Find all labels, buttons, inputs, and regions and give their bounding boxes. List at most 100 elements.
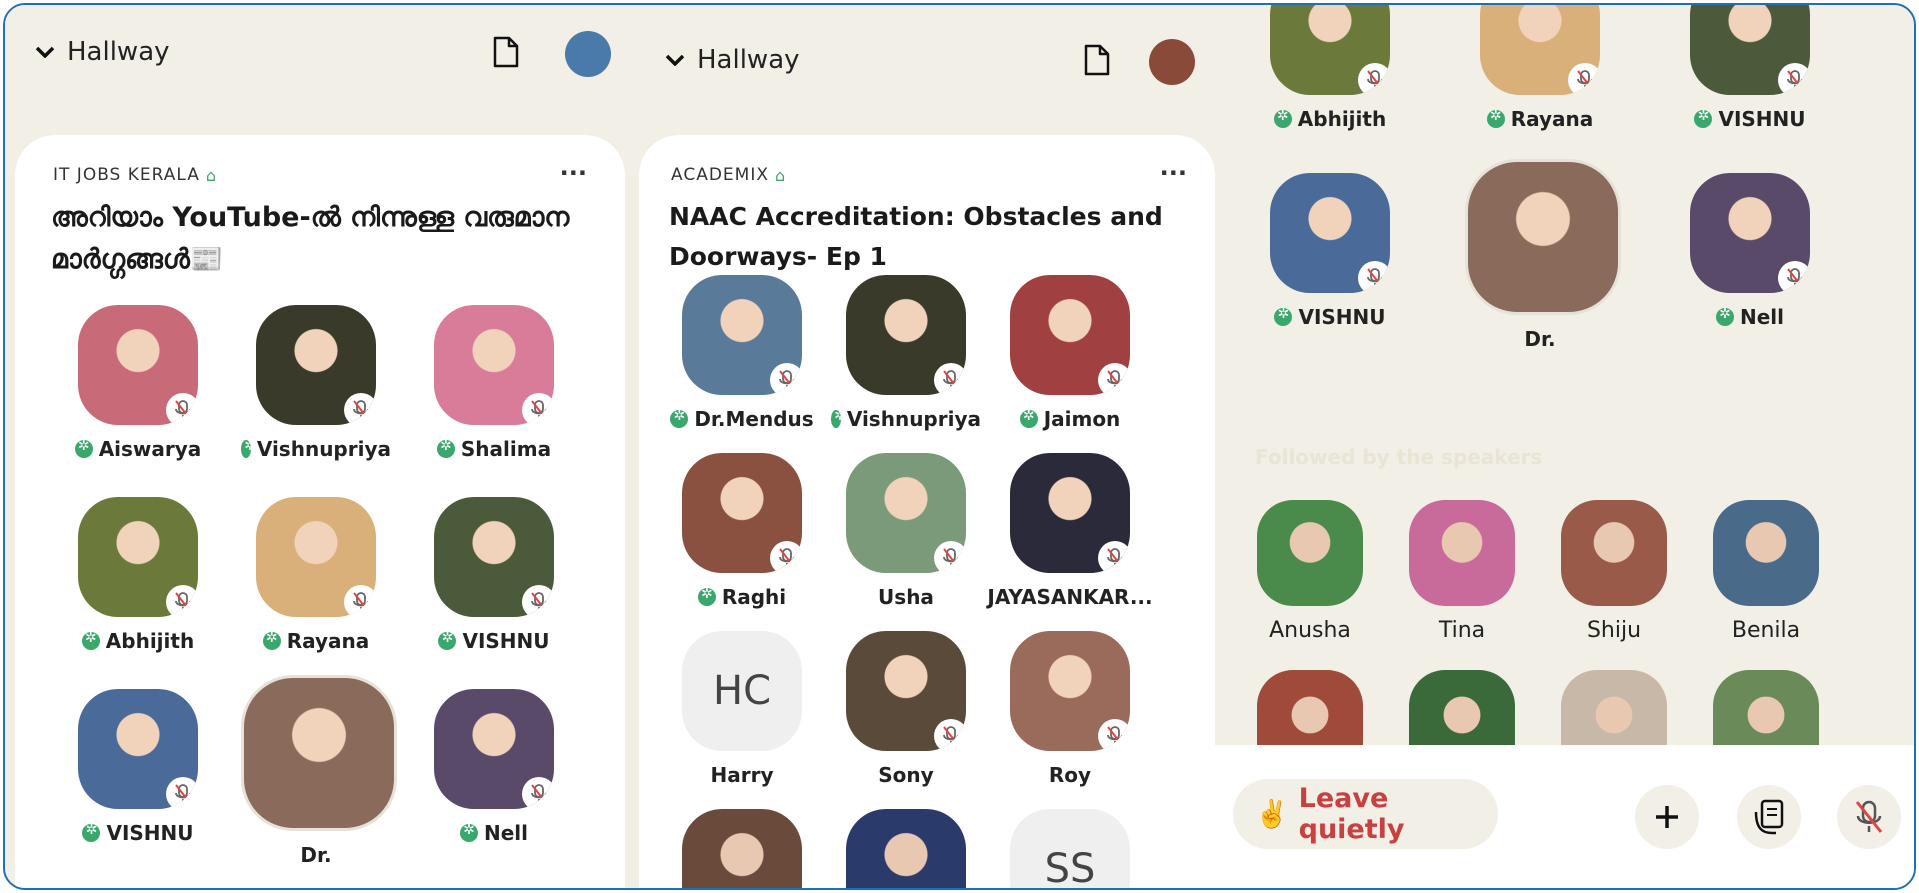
speaker-tile[interactable]: Dr. [241, 675, 397, 867]
speaker-tile[interactable]: Dr. [1465, 159, 1621, 351]
speaker-tile[interactable]: Usha [831, 453, 981, 609]
speaker-tile[interactable]: VISHNU [419, 497, 569, 653]
club-name[interactable]: ACADEMIX ⌂ [671, 165, 786, 185]
mic-off-icon [1358, 261, 1390, 293]
speaker-tile[interactable]: Raghi [667, 453, 817, 609]
speaker-name-text: JAYASANKAR... [987, 585, 1153, 609]
speaker-name: Nell [1675, 305, 1825, 329]
speaker-avatar [682, 453, 802, 573]
mic-off-icon [1358, 63, 1390, 95]
speaker-name: JAYASANKAR... [987, 585, 1152, 609]
speaker-tile[interactable]: HC Harry [667, 631, 817, 787]
speaker-name: Rayana [1465, 107, 1615, 131]
speaker-avatar[interactable] [846, 809, 966, 888]
add-icon[interactable] [1635, 785, 1699, 849]
speaker-name-text: Shalima [460, 437, 552, 461]
speaker-tile[interactable]: Aiswarya [63, 305, 213, 461]
speaker-name-text: Dr. [300, 843, 332, 867]
new-member-badge-icon [1694, 108, 1713, 128]
follower-tile[interactable]: Benila [1701, 500, 1831, 643]
speaker-name-text: Nell [483, 821, 528, 845]
follower-avatar [1409, 500, 1515, 606]
room-panel-1: Hallway IT JOBS KERALA ⌂ ··· അറിയാം YouT… [5, 5, 635, 888]
new-member-badge-icon [1274, 306, 1293, 326]
speaker-avatar [78, 689, 198, 809]
more-options-icon[interactable]: ··· [1160, 159, 1187, 187]
raise-hand-button[interactable] [1737, 785, 1801, 849]
speaker-name: Dr. [1465, 327, 1615, 351]
speaker-avatar [1010, 453, 1130, 573]
speaker-name-text: Jaimon [1043, 407, 1121, 431]
speaker-avatar[interactable]: SS [1010, 809, 1130, 888]
new-member-badge-icon [81, 630, 100, 650]
profile-avatar[interactable] [1149, 39, 1195, 85]
speaker-tile[interactable]: Sony [831, 631, 981, 787]
follower-avatar [1561, 500, 1667, 606]
speaker-name: VISHNU [63, 821, 213, 845]
follower-tile[interactable]: Anusha [1245, 500, 1375, 643]
speaker-name: Vishnupriya [241, 437, 391, 461]
speaker-tile[interactable]: Abhijith [63, 497, 213, 653]
bottom-action-bar: ✌️ Leave quietly [1215, 745, 1914, 888]
speaker-tile[interactable]: VISHNU [63, 689, 213, 845]
mic-off-icon [1855, 800, 1883, 833]
mic-off-icon [166, 393, 198, 425]
mic-off-icon [770, 541, 802, 573]
speaker-name-text: Harry [710, 763, 774, 787]
hallway-button[interactable]: Hallway [35, 37, 170, 67]
speaker-tile[interactable]: Rayana [1465, 5, 1615, 131]
chevron-down-icon [35, 46, 55, 58]
mic-off-icon [166, 777, 198, 809]
speaker-tile[interactable]: VISHNU [1255, 173, 1405, 329]
speaker-tile[interactable]: Dr.Mendus [667, 275, 817, 431]
speaker-avatar [78, 497, 198, 617]
speaker-tile[interactable]: Vishnupriya [831, 275, 981, 431]
follower-name: Shiju [1586, 618, 1642, 643]
new-member-badge-icon [436, 438, 455, 458]
new-member-badge-icon [1486, 108, 1505, 128]
speaker-name: Sony [831, 763, 981, 787]
speaker-name: Dr. [241, 843, 391, 867]
speaker-name-text: Abhijith [1297, 107, 1387, 131]
speaker-name: Harry [667, 763, 817, 787]
speaker-initials: HC [682, 631, 802, 751]
speaker-avatar[interactable] [682, 809, 802, 888]
follower-tile[interactable]: Shiju [1549, 500, 1679, 643]
document-icon[interactable] [492, 35, 520, 69]
hallway-button[interactable]: Hallway [665, 45, 800, 75]
speaker-tile[interactable]: Nell [1675, 173, 1825, 329]
club-name[interactable]: IT JOBS KERALA ⌂ [53, 165, 217, 185]
new-member-badge-icon [74, 438, 93, 458]
speaker-avatar [434, 305, 554, 425]
speaker-tile[interactable]: Shalima [419, 305, 569, 461]
speaker-name: Raghi [667, 585, 817, 609]
speaker-tile[interactable]: Abhijith [1255, 5, 1405, 131]
speaker-name-text: Vishnupriya [256, 437, 391, 461]
speaker-name-text: Vishnupriya [846, 407, 981, 431]
speaker-name: Nell [419, 821, 569, 845]
plus-icon [1656, 806, 1678, 828]
mic-off-icon [344, 393, 376, 425]
hallway-label: Hallway [697, 45, 800, 75]
speaker-tile[interactable]: Jaimon [995, 275, 1145, 431]
mute-button[interactable] [1837, 785, 1901, 849]
leave-quietly-button[interactable]: ✌️ Leave quietly [1233, 779, 1498, 849]
profile-avatar[interactable] [565, 31, 611, 77]
speaker-tile[interactable]: Rayana [241, 497, 391, 653]
speaker-avatar [256, 497, 376, 617]
new-member-badge-icon [670, 408, 689, 428]
speaker-name-text: Roy [1048, 763, 1092, 787]
speaker-name-text: Dr.Mendus [694, 407, 814, 431]
speaker-tile[interactable]: JAYASANKAR... [987, 453, 1153, 609]
document-icon[interactable] [1083, 43, 1111, 77]
speaker-tile[interactable]: VISHNU [1675, 5, 1825, 131]
follower-name: Benila [1731, 618, 1801, 643]
follower-tile[interactable]: Tina [1397, 500, 1527, 643]
speaker-tile[interactable]: Roy [995, 631, 1145, 787]
speaker-name-text: VISHNU [1298, 305, 1386, 329]
more-options-icon[interactable]: ··· [560, 159, 587, 187]
speaker-tile[interactable]: Nell [419, 689, 569, 845]
speaker-name-text: Aiswarya [98, 437, 202, 461]
room-title: NAAC Accreditation: Obstacles and Doorwa… [669, 202, 1163, 271]
speaker-tile[interactable]: Vishnupriya [241, 305, 391, 461]
